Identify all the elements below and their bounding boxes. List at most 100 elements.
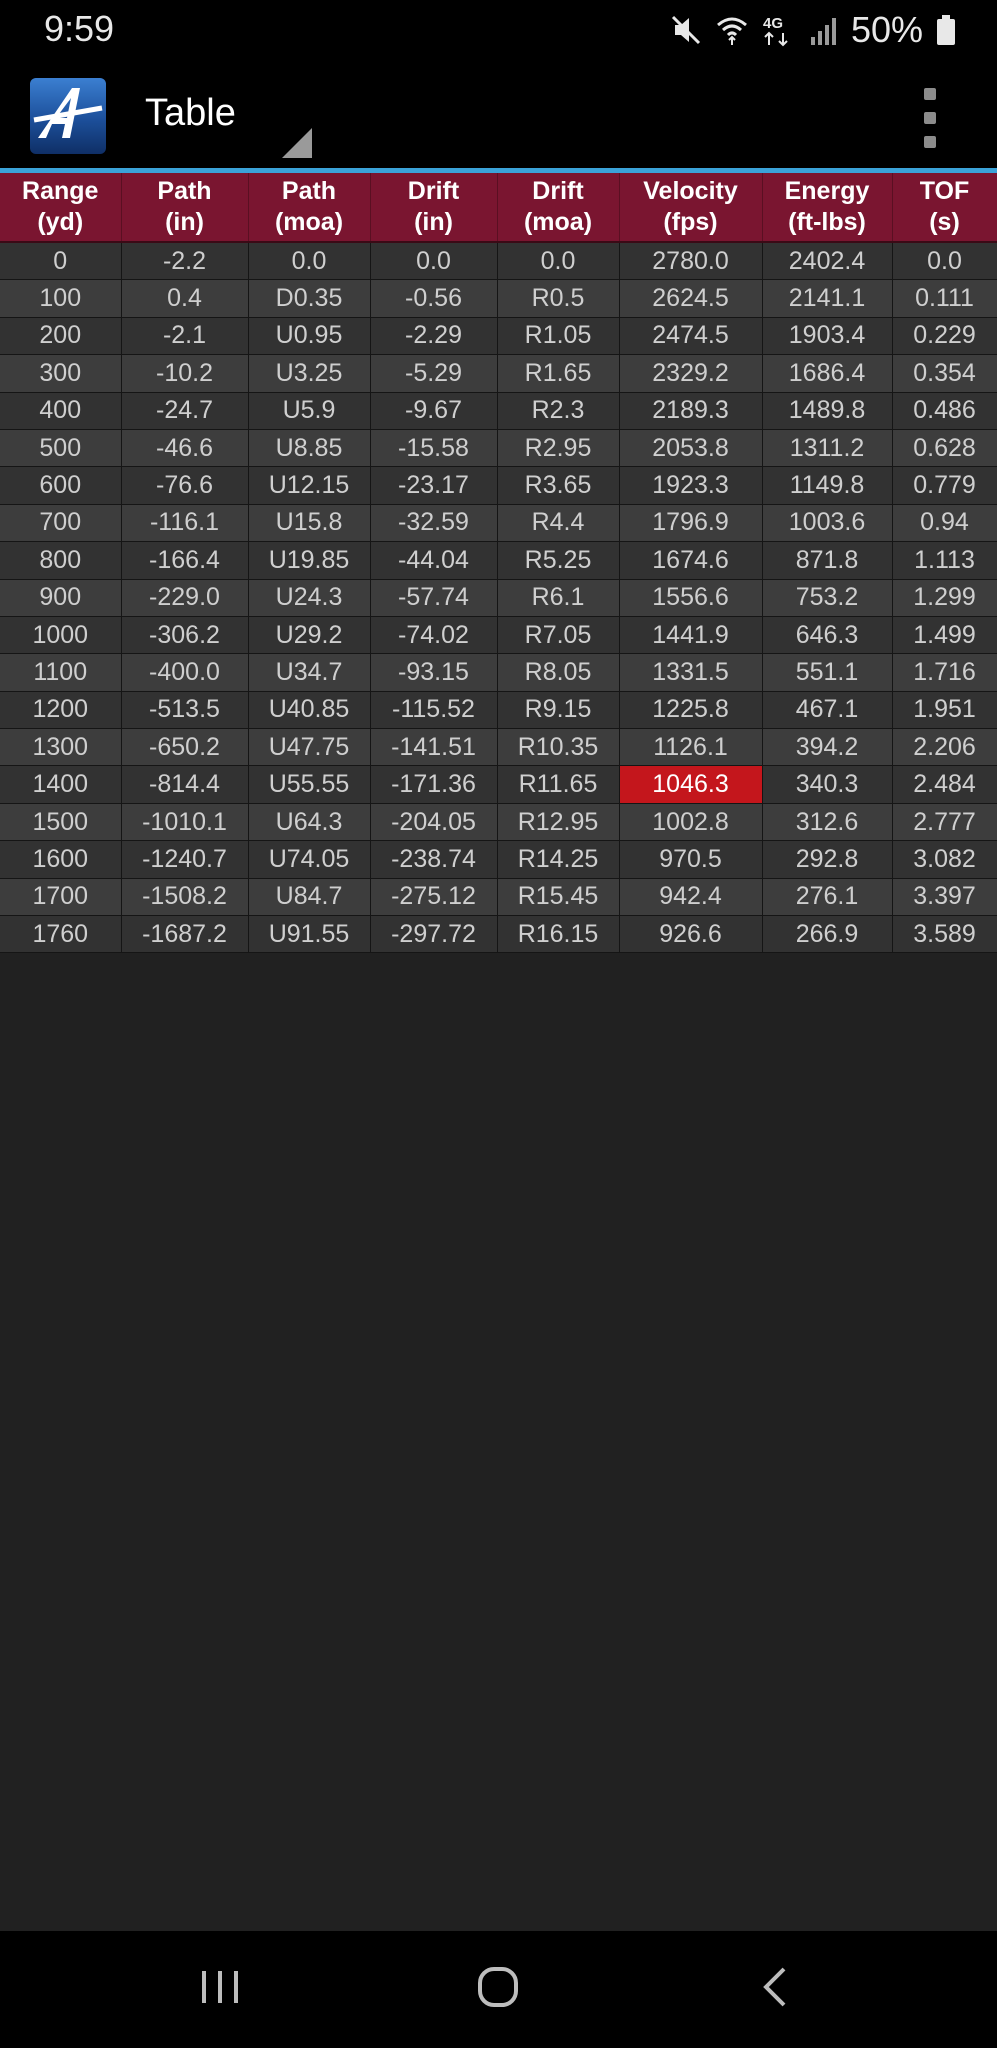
- table-row[interactable]: 800 -166.4 U19.85 -44.04 R5.25 1674.6 871.8 1.1…: [0, 541, 997, 580]
- table-cell: 0.486: [892, 392, 997, 430]
- table-cell: U40.85: [248, 691, 371, 730]
- table-cell: 1002.8: [619, 803, 763, 842]
- mute-icon: [669, 13, 703, 47]
- table-cell: R15.45: [497, 878, 620, 917]
- table-cell: 871.8: [762, 541, 893, 580]
- table-cell: 0.229: [892, 317, 997, 356]
- table-cell: 0.111: [892, 279, 997, 318]
- table-cell: 0.354: [892, 354, 997, 393]
- column-header: Velocity (fps): [619, 173, 763, 243]
- table-cell: 1600: [0, 840, 122, 879]
- table-row[interactable]: 1200 -513.5 U40.85 -115.52 R9.15 1225.8 467.1 1…: [0, 691, 997, 730]
- column-header-unit: (moa): [274, 208, 344, 236]
- table-row[interactable]: 1300 -650.2 U47.75 -141.51 R10.35 1126.1 394.2…: [0, 728, 997, 767]
- table-cell: 3.589: [892, 915, 997, 954]
- table-cell: 2474.5: [619, 317, 763, 356]
- table-cell: R10.35: [497, 728, 620, 767]
- table-cell: 753.2: [762, 579, 893, 617]
- table-cell: -93.15: [370, 653, 498, 692]
- table-cell: U84.7: [248, 878, 371, 917]
- table-cell: -650.2: [121, 728, 249, 767]
- table-cell: R1.05: [497, 317, 620, 356]
- table-cell: 1686.4: [762, 354, 893, 393]
- table-cell: 1923.3: [619, 466, 763, 505]
- table-row[interactable]: 0 -2.2 0.0 0.0 0.0 2780.0 2402.4 0.0: [0, 242, 997, 281]
- signal-icon: [809, 13, 839, 47]
- table-cell: U91.55: [248, 915, 371, 954]
- table-cell: 0.779: [892, 466, 997, 505]
- table-row[interactable]: 1400 -814.4 U55.55 -171.36 R11.65 1046.3 340.3…: [0, 765, 997, 804]
- table-cell: R3.65: [497, 466, 620, 505]
- table-cell: 551.1: [762, 653, 893, 692]
- table-cell: 1126.1: [619, 728, 763, 767]
- table-row[interactable]: 100 0.4 D0.35 -0.56 R0.5 2624.5 2141.1 0.111: [0, 279, 997, 318]
- recents-button[interactable]: [160, 1931, 280, 2048]
- table-cell: R5.25: [497, 541, 620, 580]
- table-cell: -400.0: [121, 653, 249, 692]
- table-cell: 2624.5: [619, 279, 763, 318]
- column-header-name: Path: [157, 177, 212, 205]
- table-cell: U8.85: [248, 429, 371, 468]
- table-cell: -141.51: [370, 728, 498, 767]
- column-header-name: Path: [281, 177, 337, 205]
- table-cell: 1400: [0, 765, 122, 804]
- ballistics-table: Range (yd) Path (in) Path (moa) Drift (in) Drift…: [0, 173, 997, 954]
- column-header-name: TOF: [919, 177, 970, 205]
- table-cell: 467.1: [762, 691, 893, 730]
- battery-percent: 50%: [850, 9, 923, 50]
- table-cell: U15.8: [248, 504, 371, 543]
- table-cell: U47.75: [248, 728, 371, 767]
- column-header: Drift (in): [370, 173, 498, 243]
- table-cell: 2.777: [892, 803, 997, 842]
- table-cell: 1100: [0, 653, 122, 692]
- table-row[interactable]: 900 -229.0 U24.3 -57.74 R6.1 1556.6 753.2 1.299: [0, 579, 997, 617]
- table-row[interactable]: 700 -116.1 U15.8 -32.59 R4.4 1796.9 1003.6 0.94: [0, 504, 997, 543]
- table-header: Range (yd) Path (in) Path (moa) Drift (in) Drift…: [0, 173, 997, 243]
- table-cell: 2.484: [892, 765, 997, 804]
- table-row[interactable]: 400 -24.7 U5.9 -9.67 R2.3 2189.3 1489.8 0.486: [0, 392, 997, 430]
- table-cell: 1674.6: [619, 541, 763, 580]
- table-row[interactable]: 1000 -306.2 U29.2 -74.02 R7.05 1441.9 646.3 1.4…: [0, 616, 997, 655]
- table-row[interactable]: 1100 -400.0 U34.7 -93.15 R8.05 1331.5 551.1 1.7…: [0, 653, 997, 692]
- table-row[interactable]: 1500 -1010.1 U64.3 -204.05 R12.95 1002.8 312.6…: [0, 803, 997, 842]
- dropdown-triangle-icon[interactable]: [282, 128, 312, 158]
- table-row[interactable]: 1760 -1687.2 U91.55 -297.72 R16.15 926.6 266.9…: [0, 915, 997, 954]
- table-cell: 0.0: [497, 242, 620, 281]
- table-cell: 2.206: [892, 728, 997, 767]
- status-time: 9:59: [44, 8, 115, 49]
- table-cell: -115.52: [370, 691, 498, 730]
- back-button[interactable]: [716, 1931, 836, 2048]
- status-bar: 9:59 4G 50%: [0, 0, 997, 60]
- column-header: Path (moa): [248, 173, 371, 243]
- column-header-name: Energy: [784, 177, 870, 205]
- page-title[interactable]: Table: [145, 92, 236, 135]
- navigation-bar: [0, 1931, 997, 2048]
- table-row[interactable]: 1700 -1508.2 U84.7 -275.12 R15.45 942.4 276.1 3…: [0, 878, 997, 917]
- table-cell: -1010.1: [121, 803, 249, 842]
- home-button[interactable]: [438, 1931, 558, 2048]
- table-cell: 400: [0, 392, 122, 430]
- table-body: 0 -2.2 0.0 0.0 0.0 2780.0 2402.4 0.0 100 0.4 D0.35…: [0, 242, 997, 954]
- table-cell: -15.58: [370, 429, 498, 468]
- table-cell: -5.29: [370, 354, 498, 393]
- table-row[interactable]: 600 -76.6 U12.15 -23.17 R3.65 1923.3 1149.8 0.7…: [0, 466, 997, 505]
- content-area: Range (yd) Path (in) Path (moa) Drift (in) Drift…: [0, 173, 997, 1931]
- table-cell: 1149.8: [762, 466, 893, 505]
- recents-icon: [198, 1967, 242, 2012]
- table-cell: 1500: [0, 803, 122, 842]
- table-cell: -166.4: [121, 541, 249, 580]
- table-row[interactable]: 500 -46.6 U8.85 -15.58 R2.95 2053.8 1311.2 0.62…: [0, 429, 997, 468]
- table-row[interactable]: 300 -10.2 U3.25 -5.29 R1.65 2329.2 1686.4 0.354: [0, 354, 997, 393]
- table-row[interactable]: 1600 -1240.7 U74.05 -238.74 R14.25 970.5 292.8…: [0, 840, 997, 879]
- table-cell: U74.05: [248, 840, 371, 879]
- overflow-menu-icon[interactable]: [912, 88, 948, 148]
- table-cell: -44.04: [370, 541, 498, 580]
- table-cell: 2329.2: [619, 354, 763, 393]
- table-cell: -2.29: [370, 317, 498, 356]
- table-cell: -32.59: [370, 504, 498, 543]
- table-row[interactable]: 200 -2.1 U0.95 -2.29 R1.05 2474.5 1903.4 0.229: [0, 317, 997, 356]
- table-cell: 646.3: [762, 616, 893, 655]
- back-icon: [756, 1965, 796, 2014]
- table-cell: 942.4: [619, 878, 763, 917]
- wifi-icon: [715, 13, 749, 47]
